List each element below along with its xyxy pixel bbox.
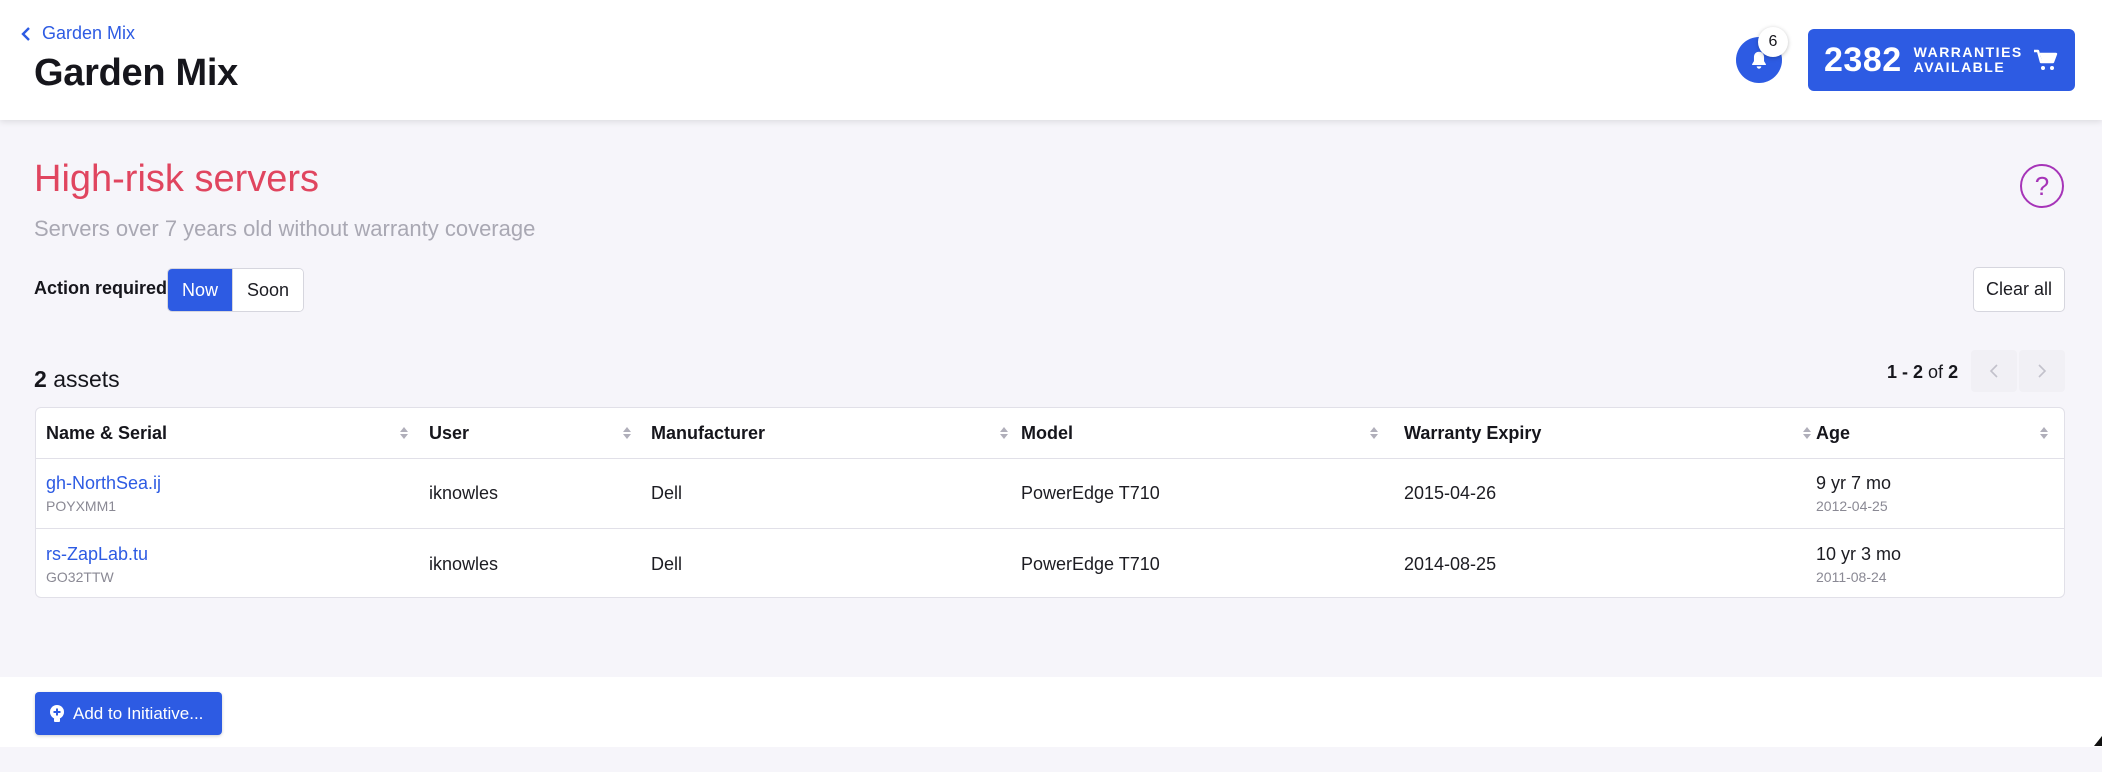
add-to-initiative-label: Add to Initiative... — [73, 703, 204, 723]
assets-table: Name & Serial User Manufacturer Model Wa… — [35, 407, 2065, 598]
column-header-warranty-expiry[interactable]: Warranty Expiry — [1404, 408, 1819, 458]
model-cell: PowerEdge T710 — [1021, 483, 1160, 503]
pagination-summary: 1 - 2 of 2 — [1887, 362, 1958, 383]
chevron-right-icon — [2038, 364, 2047, 378]
user-cell: iknowles — [429, 553, 499, 574]
column-header-user[interactable]: User — [429, 408, 639, 458]
action-required-label: Action required — [34, 278, 168, 298]
column-header-age[interactable]: Age — [1816, 408, 2056, 458]
warranties-count: 2382 — [1824, 40, 1902, 79]
pagination-range: 1 - 2 — [1887, 362, 1924, 382]
sort-icon — [1370, 427, 1378, 439]
sort-icon — [1803, 427, 1811, 439]
cart-icon — [2034, 49, 2058, 70]
age-date: 2012-04-25 — [1816, 498, 1888, 514]
user-cell: iknowles — [429, 483, 499, 503]
warranties-available-button[interactable]: 2382 WARRANTIES AVAILABLE — [1808, 29, 2075, 91]
sort-icon — [1000, 427, 1008, 439]
age-value: 10 yr 3 mo — [1816, 543, 1902, 564]
warranty-expiry-cell: 2014-08-25 — [1404, 553, 1497, 574]
sort-icon — [2040, 427, 2048, 439]
asset-serial: GO32TTW — [46, 568, 114, 585]
column-header-label: Model — [1021, 422, 1073, 443]
asset-count-suffix: assets — [53, 366, 120, 392]
asset-name-link[interactable]: rs-ZapLab.tu — [46, 544, 416, 565]
top-header: Garden Mix Garden Mix 6 2382 WARRANTIES … — [0, 0, 2102, 120]
name-serial-cell: gh-NorthSea.ij POYXMM1 — [46, 459, 416, 528]
column-header-label: Age — [1816, 422, 1851, 443]
table-row: rs-ZapLab.tu GO32TTW iknowles Dell Power… — [36, 529, 2064, 597]
page-title: Garden Mix — [34, 52, 238, 94]
warranties-label-line1: WARRANTIES — [1913, 44, 2023, 60]
manufacturer-cell: Dell — [651, 483, 683, 503]
asset-name-link[interactable]: gh-NorthSea.ij — [46, 473, 416, 494]
pagination-of: of — [1928, 362, 1944, 382]
pagination-total: 2 — [1948, 362, 1959, 382]
age-date: 2011-08-24 — [1816, 568, 1887, 585]
filter-now-button[interactable]: Now — [168, 269, 233, 311]
lightbulb-plus-icon — [50, 704, 64, 722]
column-header-manufacturer[interactable]: Manufacturer — [651, 408, 1016, 458]
add-to-initiative-button[interactable]: Add to Initiative... — [35, 692, 222, 735]
model-cell: PowerEdge T710 — [1021, 553, 1160, 574]
chevron-left-icon — [1989, 364, 1998, 378]
sort-icon — [623, 427, 631, 439]
warranty-expiry-cell: 2015-04-26 — [1404, 483, 1497, 503]
asset-count: 2 assets — [34, 366, 120, 393]
age-value: 9 yr 7 mo — [1816, 473, 1892, 493]
column-header-label: Manufacturer — [651, 422, 766, 443]
clear-all-button[interactable]: Clear all — [1973, 267, 2065, 312]
age-cell: 10 yr 3 mo 2011-08-24 — [1816, 529, 2056, 597]
table-row: gh-NorthSea.ij POYXMM1 iknowles Dell Pow… — [36, 459, 2064, 529]
name-serial-cell: rs-ZapLab.tu GO32TTW — [46, 529, 416, 597]
table-header-row: Name & Serial User Manufacturer Model Wa… — [36, 408, 2064, 459]
manufacturer-cell: Dell — [651, 553, 683, 574]
section-title: High-risk servers — [34, 158, 320, 200]
action-required-toggle: Now Soon — [167, 268, 305, 312]
filter-soon-button[interactable]: Soon — [232, 269, 304, 311]
sort-icon — [400, 427, 408, 439]
warranties-label: WARRANTIES AVAILABLE — [1914, 45, 2032, 75]
resize-handle-icon — [2094, 736, 2102, 746]
column-header-name-serial[interactable]: Name & Serial — [46, 408, 416, 458]
age-cell: 9 yr 7 mo 2012-04-25 — [1816, 459, 2056, 528]
footer-bar — [0, 677, 2102, 747]
notification-count-badge: 6 — [1758, 27, 1788, 57]
warranties-label-line2: AVAILABLE — [1913, 59, 2006, 75]
asset-serial: POYXMM1 — [46, 498, 117, 514]
previous-page-button[interactable] — [1971, 350, 2017, 392]
help-icon[interactable]: ? — [2020, 164, 2064, 208]
next-page-button[interactable] — [2019, 350, 2065, 392]
column-header-label: Name & Serial — [46, 422, 168, 443]
column-header-label: Warranty Expiry — [1404, 422, 1542, 443]
breadcrumb[interactable]: Garden Mix — [20, 23, 135, 44]
chevron-left-icon — [21, 26, 30, 41]
breadcrumb-link[interactable]: Garden Mix — [42, 23, 135, 44]
column-header-label: User — [429, 422, 470, 443]
column-header-model[interactable]: Model — [1021, 408, 1386, 458]
section-subtitle: Servers over 7 years old without warrant… — [34, 216, 536, 241]
asset-count-number: 2 — [34, 366, 47, 392]
